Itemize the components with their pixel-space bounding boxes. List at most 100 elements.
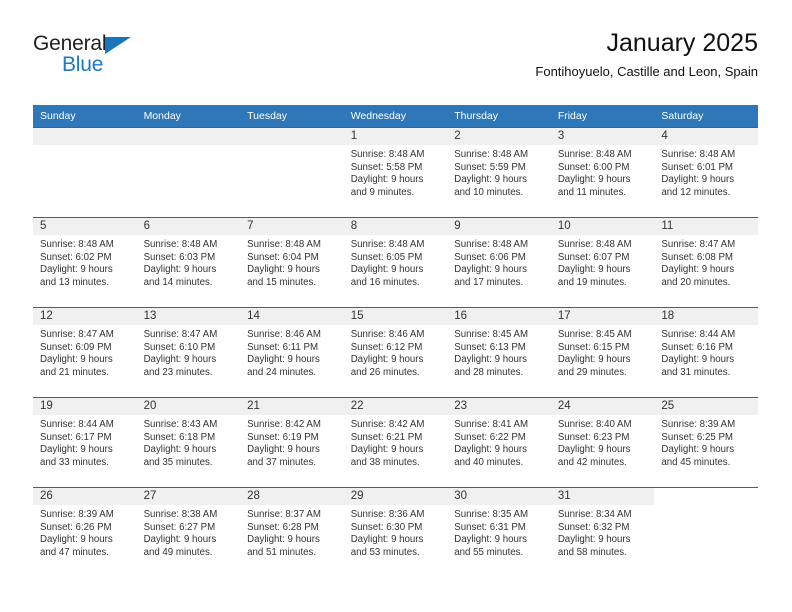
daylight-text-line1: Daylight: 9 hours (350, 444, 424, 456)
calendar-header-row: Sunday Monday Tuesday Wednesday Thursday Frid… (33, 105, 758, 128)
calendar-day-cell[interactable]: 15 Sunrise: 8:46 AM Sunset: 6:12 PM Dayligh… (343, 307, 448, 398)
sunset-text: Sunset: 6:01 PM (661, 161, 733, 173)
daylight-text-line2: and 12 minutes. (661, 186, 731, 198)
calendar-day-cell[interactable]: 26 Sunrise: 8:39 AM Sunset: 6:26 PM Dayligh… (33, 487, 137, 577)
daylight-text-line2: and 51 minutes. (247, 546, 317, 558)
day-details: Sunrise: 8:41 AM Sunset: 6:22 PM Daylight:… (447, 415, 551, 469)
sunset-text: Sunset: 6:32 PM (557, 521, 630, 533)
day-details: Sunrise: 8:38 AM Sunset: 6:27 PM Daylight:… (137, 505, 241, 559)
sunset-text: Sunset: 6:16 PM (661, 341, 733, 353)
calendar-day-cell[interactable]: 20 Sunrise: 8:43 AM Sunset: 6:18 PM Dayligh… (136, 397, 241, 488)
day-number: 13 (136, 308, 241, 325)
daylight-text-line2: and 20 minutes. (661, 276, 731, 288)
calendar-day-cell[interactable]: 17 Sunrise: 8:45 AM Sunset: 6:15 PM Dayligh… (550, 307, 655, 398)
calendar-day-cell[interactable]: 30 Sunrise: 8:35 AM Sunset: 6:31 PM Dayligh… (447, 487, 551, 577)
calendar-day-cell[interactable]: 18 Sunrise: 8:44 AM Sunset: 6:16 PM Dayligh… (654, 307, 758, 398)
sunrise-text: Sunrise: 8:48 AM (350, 149, 425, 160)
day-details: Sunrise: 8:37 AM Sunset: 6:28 PM Daylight:… (240, 505, 344, 559)
calendar-day-cell[interactable]: 7 Sunrise: 8:48 AM Sunset: 6:04 PM Daylight… (240, 217, 344, 308)
day-number: 22 (343, 398, 448, 415)
calendar-day-cell[interactable]: 6 Sunrise: 8:48 AM Sunset: 6:03 PM Daylight… (136, 217, 241, 308)
weekday-header-monday: Monday (136, 105, 241, 128)
day-number: 2 (447, 128, 551, 145)
sunrise-text: Sunrise: 8:42 AM (247, 419, 321, 430)
calendar-week-row: 26 Sunrise: 8:39 AM Sunset: 6:26 PM Dayligh… (33, 487, 758, 577)
sunset-text: Sunset: 6:09 PM (40, 341, 112, 353)
daylight-text-line1: Daylight: 9 hours (40, 354, 113, 366)
page-title: January 2025 (606, 29, 758, 57)
sunrise-text: Sunrise: 8:46 AM (350, 329, 425, 340)
calendar-day-cell[interactable]: 16 Sunrise: 8:45 AM Sunset: 6:13 PM Dayligh… (447, 307, 551, 398)
day-number: 3 (550, 128, 655, 145)
daylight-text-line1: Daylight: 9 hours (661, 444, 735, 456)
daylight-text-line1: Daylight: 9 hours (557, 174, 631, 186)
sunrise-text: Sunrise: 8:48 AM (661, 149, 736, 160)
sunset-text: Sunset: 6:30 PM (350, 521, 423, 533)
day-details: Sunrise: 8:34 AM Sunset: 6:32 PM Daylight:… (551, 505, 655, 559)
calendar-day-cell[interactable]: 29 Sunrise: 8:36 AM Sunset: 6:30 PM Dayligh… (343, 487, 448, 577)
day-number: 19 (33, 398, 137, 415)
calendar-day-cell[interactable]: 25 Sunrise: 8:39 AM Sunset: 6:25 PM Dayligh… (654, 397, 758, 488)
day-number: 10 (550, 218, 655, 235)
sunset-text: Sunset: 6:08 PM (661, 251, 733, 263)
calendar-day-cell[interactable]: 10 Sunrise: 8:48 AM Sunset: 6:07 PM Dayligh… (550, 217, 655, 308)
sunrise-text: Sunrise: 8:36 AM (350, 509, 425, 520)
day-details: Sunrise: 8:47 AM Sunset: 6:08 PM Daylight:… (654, 235, 758, 289)
daylight-text-line2: and 19 minutes. (557, 276, 627, 288)
sunset-text: Sunset: 6:31 PM (454, 521, 526, 533)
calendar-day-cell[interactable]: 11 Sunrise: 8:47 AM Sunset: 6:08 PM Dayligh… (654, 217, 758, 308)
calendar-day-cell[interactable]: 9 Sunrise: 8:48 AM Sunset: 6:06 PM Daylight… (447, 217, 551, 308)
calendar-cell-empty (33, 127, 137, 218)
daylight-text-line1: Daylight: 9 hours (40, 444, 113, 456)
day-number: 11 (654, 218, 758, 235)
daylight-text-line1: Daylight: 9 hours (40, 534, 113, 546)
daylight-text-line2: and 33 minutes. (40, 456, 109, 468)
daylight-text-line2: and 42 minutes. (557, 456, 627, 468)
sunrise-text: Sunrise: 8:39 AM (661, 419, 736, 430)
page-banner: General Blue January 2025 Fontihoyuelo, … (33, 28, 758, 94)
calendar-day-cell[interactable]: 24 Sunrise: 8:40 AM Sunset: 6:23 PM Dayligh… (550, 397, 655, 488)
calendar-day-cell[interactable]: 5 Sunrise: 8:48 AM Sunset: 6:02 PM Daylight… (33, 217, 137, 308)
calendar-day-cell[interactable]: 31 Sunrise: 8:34 AM Sunset: 6:32 PM Dayligh… (550, 487, 655, 577)
day-number: 31 (550, 488, 655, 505)
calendar-day-cell[interactable]: 23 Sunrise: 8:41 AM Sunset: 6:22 PM Dayligh… (447, 397, 551, 488)
calendar-cell-empty (654, 487, 758, 577)
sunset-text: Sunset: 6:18 PM (143, 431, 216, 443)
sunrise-text: Sunrise: 8:45 AM (557, 329, 632, 340)
calendar-day-cell[interactable]: 28 Sunrise: 8:37 AM Sunset: 6:28 PM Dayligh… (240, 487, 344, 577)
day-details: Sunrise: 8:48 AM Sunset: 6:01 PM Daylight:… (654, 145, 758, 199)
calendar-day-cell[interactable]: 27 Sunrise: 8:38 AM Sunset: 6:27 PM Dayligh… (136, 487, 241, 577)
sunrise-text: Sunrise: 8:34 AM (557, 509, 632, 520)
calendar-page: General Blue January 2025 Fontihoyuelo, … (0, 0, 792, 612)
calendar-day-cell[interactable]: 19 Sunrise: 8:44 AM Sunset: 6:17 PM Dayligh… (33, 397, 137, 488)
sunset-text: Sunset: 6:17 PM (40, 431, 112, 443)
daylight-text-line1: Daylight: 9 hours (247, 264, 320, 276)
calendar-body: 1 Sunrise: 8:48 AM Sunset: 5:58 PM Daylight… (33, 127, 758, 577)
day-number: 14 (240, 308, 344, 325)
sunrise-text: Sunrise: 8:48 AM (143, 239, 218, 250)
day-number: 5 (33, 218, 137, 235)
daylight-text-line1: Daylight: 9 hours (40, 264, 113, 276)
calendar-day-cell[interactable]: 14 Sunrise: 8:46 AM Sunset: 6:11 PM Dayligh… (240, 307, 344, 398)
weekday-header-friday: Friday (550, 105, 655, 128)
daylight-text-line1: Daylight: 9 hours (557, 444, 631, 456)
calendar-day-cell[interactable]: 4 Sunrise: 8:48 AM Sunset: 6:01 PM Daylight… (654, 127, 758, 218)
calendar-day-cell[interactable]: 3 Sunrise: 8:48 AM Sunset: 6:00 PM Daylight… (550, 127, 655, 218)
day-number (654, 488, 758, 505)
calendar-day-cell[interactable]: 12 Sunrise: 8:47 AM Sunset: 6:09 PM Dayligh… (33, 307, 137, 398)
day-details: Sunrise: 8:35 AM Sunset: 6:31 PM Daylight:… (447, 505, 551, 559)
page-subtitle: Fontihoyuelo, Castille and Leon, Spain (535, 64, 758, 79)
calendar-day-cell[interactable]: 21 Sunrise: 8:42 AM Sunset: 6:19 PM Dayligh… (240, 397, 344, 488)
calendar-day-cell[interactable]: 13 Sunrise: 8:47 AM Sunset: 6:10 PM Dayligh… (136, 307, 241, 398)
day-number: 27 (136, 488, 241, 505)
day-details: Sunrise: 8:48 AM Sunset: 5:59 PM Daylight:… (447, 145, 551, 199)
general-blue-logo: General Blue (33, 32, 153, 86)
calendar-day-cell[interactable]: 22 Sunrise: 8:42 AM Sunset: 6:21 PM Dayligh… (343, 397, 448, 488)
calendar-day-cell[interactable]: 2 Sunrise: 8:48 AM Sunset: 5:59 PM Daylight… (447, 127, 551, 218)
sunrise-text: Sunrise: 8:42 AM (350, 419, 425, 430)
sunset-text: Sunset: 6:19 PM (247, 431, 319, 443)
calendar-day-cell[interactable]: 1 Sunrise: 8:48 AM Sunset: 5:58 PM Daylight… (343, 127, 448, 218)
daylight-text-line2: and 23 minutes. (143, 366, 213, 378)
daylight-text-line2: and 31 minutes. (661, 366, 731, 378)
calendar-day-cell[interactable]: 8 Sunrise: 8:48 AM Sunset: 6:05 PM Daylight… (343, 217, 448, 308)
